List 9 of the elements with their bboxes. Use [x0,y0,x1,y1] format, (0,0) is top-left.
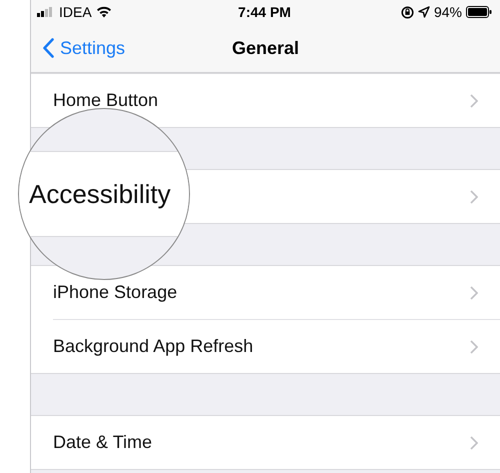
row-label: Date & Time [53,432,152,453]
row-label: iPhone Storage [53,282,178,303]
carrier-name: IDEA [59,4,92,20]
clock-time: 7:44 PM [238,4,291,20]
battery-percent: 94% [434,4,462,20]
magnified-label: Accessibility [29,178,171,210]
row-label: Home Button [53,90,158,111]
row-label: Background App Refresh [53,336,254,357]
screen-title: General [232,38,300,58]
